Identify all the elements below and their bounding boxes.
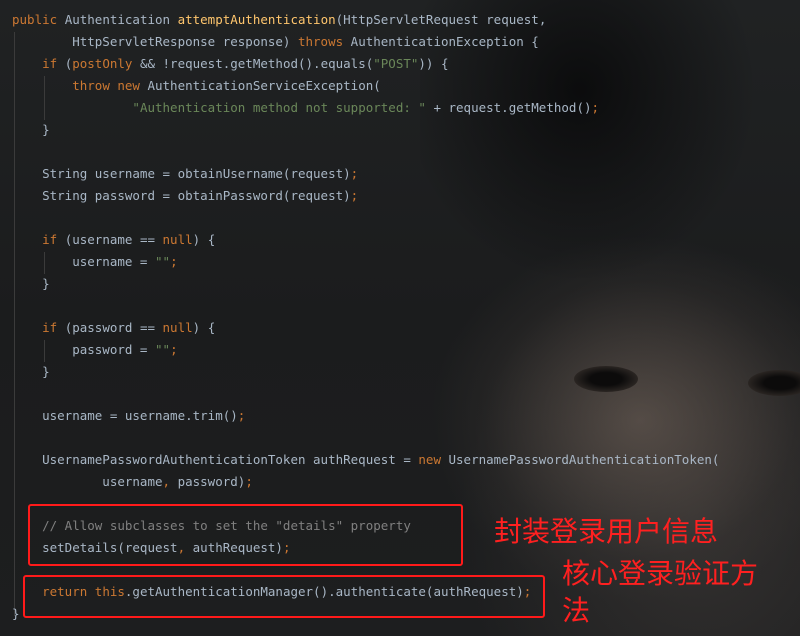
- code-token: throws: [297, 34, 351, 49]
- code-token: "POST": [373, 56, 419, 71]
- code-token: }: [12, 276, 50, 291]
- code-token: null: [162, 232, 193, 247]
- code-token: )) {: [418, 56, 449, 71]
- code-token: UsernamePasswordAuthenticationToken(: [448, 452, 720, 467]
- code-token: new: [418, 452, 449, 467]
- code-token: throw new: [72, 78, 148, 93]
- code-token: Authentication: [64, 12, 178, 27]
- code-line: public Authentication attemptAuthenticat…: [12, 9, 546, 31]
- code-token: (username ==: [64, 232, 163, 247]
- code-token: String password = obtainPassword(request…: [12, 188, 351, 203]
- code-token: username: [12, 474, 163, 489]
- code-line: String password = obtainPassword(request…: [12, 185, 358, 207]
- code-token: ;: [350, 166, 359, 181]
- code-token: public: [12, 12, 65, 27]
- highlight-box-set-details: [28, 504, 463, 566]
- code-line: "Authentication method not supported: " …: [12, 97, 599, 119]
- code-token: UsernamePasswordAuthenticationToken auth…: [12, 452, 419, 467]
- code-token: ,: [162, 474, 178, 489]
- code-line: if (password == null) {: [12, 317, 215, 339]
- code-line: username, password);: [12, 471, 253, 493]
- code-line: throw new AuthenticationServiceException…: [12, 75, 381, 97]
- code-token: ;: [350, 188, 359, 203]
- code-token: ;: [170, 342, 178, 357]
- code-token: ;: [237, 408, 246, 423]
- code-token: (HttpServletRequest request,: [335, 12, 547, 27]
- code-token: + request.getMethod(): [433, 100, 592, 115]
- code-token: && !request.getMethod().equals(: [139, 56, 374, 71]
- code-token: "": [155, 342, 171, 357]
- code-token: }: [12, 122, 50, 137]
- highlight-box-authenticate: [23, 575, 545, 618]
- code-token: HttpServletResponse response): [12, 34, 298, 49]
- code-line: }: [12, 119, 50, 141]
- code-token: ;: [245, 474, 253, 489]
- code-token: String username = obtainUsername(request…: [12, 166, 351, 181]
- code-token: "": [155, 254, 171, 269]
- code-line: UsernamePasswordAuthenticationToken auth…: [12, 449, 719, 471]
- code-line: username = "";: [12, 251, 178, 273]
- code-token: password): [177, 474, 246, 489]
- code-line: if (postOnly && !request.getMethod().equ…: [12, 53, 449, 75]
- code-token: if: [42, 56, 65, 71]
- code-token: username =: [12, 254, 155, 269]
- code-token: ) {: [192, 320, 216, 335]
- annotation-set-details: 封装登录用户信息: [494, 515, 719, 548]
- code-token: }: [12, 606, 20, 621]
- code-line: }: [12, 273, 50, 295]
- code-line: String username = obtainUsername(request…: [12, 163, 358, 185]
- code-token: ) {: [192, 232, 216, 247]
- code-token: postOnly: [72, 56, 140, 71]
- code-token: ;: [170, 254, 178, 269]
- code-token: if: [42, 232, 65, 247]
- annotation-authenticate-line2: 法: [562, 594, 591, 627]
- code-line: if (username == null) {: [12, 229, 215, 251]
- code-token: username = username.trim(): [12, 408, 238, 423]
- code-token: if: [42, 320, 65, 335]
- code-line: username = username.trim();: [12, 405, 245, 427]
- code-token: "Authentication method not supported: ": [132, 100, 434, 115]
- code-line: HttpServletResponse response) throws Aut…: [12, 31, 539, 53]
- code-token: password =: [12, 342, 155, 357]
- code-token: AuthenticationException {: [350, 34, 539, 49]
- code-line: }: [12, 361, 50, 383]
- code-token: (password ==: [64, 320, 163, 335]
- annotation-authenticate-line1: 核心登录验证方: [562, 557, 759, 590]
- code-token: }: [12, 364, 50, 379]
- code-line: }: [12, 603, 20, 625]
- code-token: ;: [591, 100, 600, 115]
- code-token: AuthenticationServiceException(: [147, 78, 381, 93]
- code-token: null: [162, 320, 193, 335]
- code-token: attemptAuthentication: [177, 12, 336, 27]
- code-line: password = "";: [12, 339, 178, 361]
